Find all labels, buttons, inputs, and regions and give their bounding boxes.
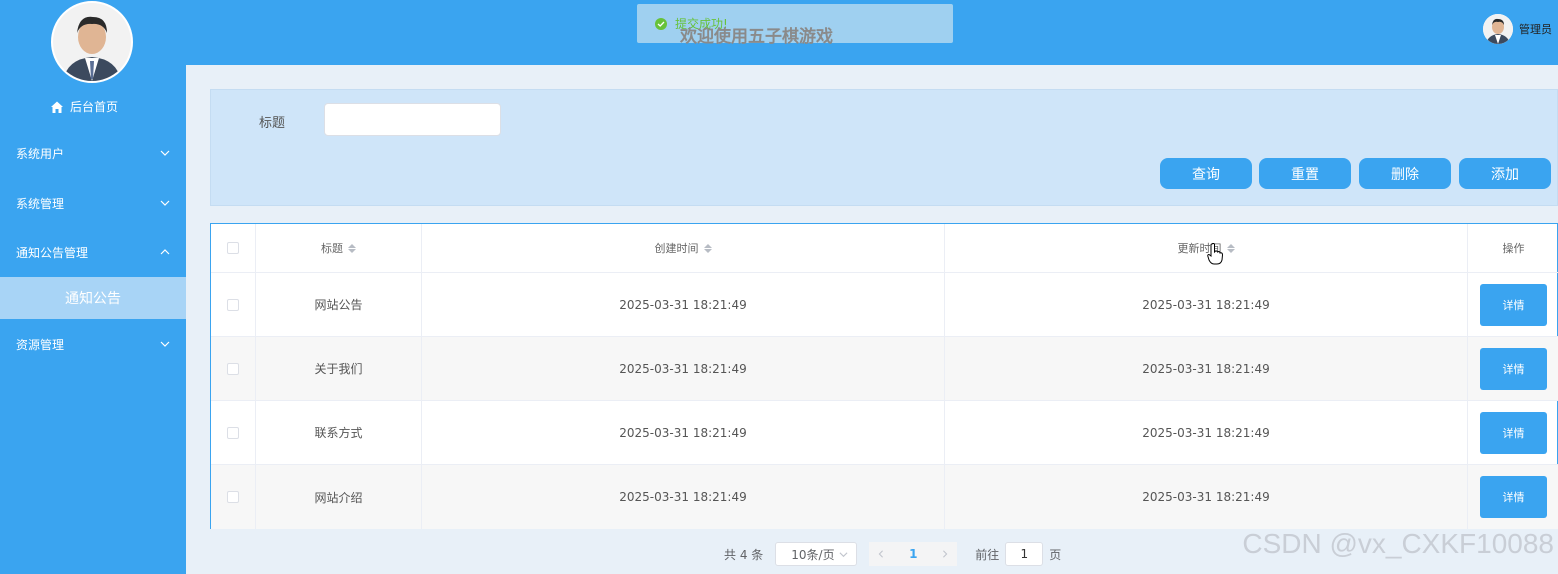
sidebar: 后台首页 系统用户 系统管理 通知公告管理 通知公告 资源管理 [0,0,186,574]
column-created[interactable]: 创建时间 [422,224,945,272]
reset-button[interactable]: 重置 [1259,158,1351,189]
watermark: CSDN @vx_CXKF10088 [1242,528,1554,559]
detail-button[interactable]: 详情 [1480,476,1547,518]
cell-title: 联系方式 [256,401,422,464]
column-ops-label: 操作 [1502,242,1525,255]
delete-button[interactable]: 删除 [1359,158,1451,189]
chevron-left-icon [878,550,884,558]
column-created-label: 创建时间 [654,242,699,255]
column-title[interactable]: 标题 [256,224,422,272]
menu-label: 系统管理 [16,196,65,211]
home-icon [51,101,63,113]
total-count: 共 4 条 [724,547,764,562]
cell-title: 关于我们 [256,337,422,400]
home-link[interactable]: 后台首页 [50,98,118,115]
search-title-input[interactable] [324,103,501,136]
column-ops: 操作 [1468,224,1558,272]
table-row: 网站公告 2025-03-31 18:21:49 2025-03-31 18:2… [211,273,1558,337]
chevron-down-icon [839,551,848,557]
menu-label: 通知公告管理 [16,245,89,260]
page-size-select[interactable]: 10条/页 [775,542,858,566]
search-panel: 标题 查询 重置 删除 添加 [210,89,1558,206]
user-name: 管理员 [1519,23,1552,36]
row-checkbox[interactable] [227,491,239,503]
submenu-notice[interactable]: 通知公告 [0,277,186,319]
sort-icon[interactable] [703,243,712,253]
goto-prefix: 前往 [975,547,1000,562]
add-button[interactable]: 添加 [1459,158,1551,189]
hand-cursor-icon [1207,243,1223,265]
detail-button[interactable]: 详情 [1480,283,1547,326]
menu-label: 系统用户 [16,146,65,161]
cell-updated: 2025-03-31 18:21:49 [945,337,1468,400]
cell-title: 网站公告 [256,273,422,336]
chevron-down-icon [160,200,170,206]
cell-title: 网站介绍 [256,465,422,529]
column-title-label: 标题 [321,242,343,255]
table-row: 网站介绍 2025-03-31 18:21:49 2025-03-31 18:2… [211,465,1558,529]
user-avatar [1483,14,1513,44]
chevron-right-icon [943,550,948,558]
next-page-button[interactable] [933,542,958,566]
menu-system-management[interactable]: 系统管理 [0,183,186,223]
table-header: 标题 创建时间 更新时间 操作 [211,224,1558,273]
table-row: 联系方式 2025-03-31 18:21:49 2025-03-31 18:2… [211,401,1558,465]
page-jump: 前往 1 页 [975,542,1061,566]
menu-resource-management[interactable]: 资源管理 [0,324,186,364]
menu-label: 资源管理 [16,337,65,352]
cell-updated: 2025-03-31 18:21:49 [945,273,1468,336]
chevron-up-icon [160,249,170,255]
submenu-label: 通知公告 [65,291,121,307]
page-size-value: 10条/页 [791,547,835,562]
cell-updated: 2025-03-31 18:21:49 [945,465,1468,529]
select-all-checkbox[interactable] [227,242,239,254]
row-checkbox[interactable] [227,362,239,375]
chevron-down-icon [160,341,170,347]
notice-table: 标题 创建时间 更新时间 操作 网站公告 2025-03-31 18:21:49… [210,223,1558,529]
cell-created: 2025-03-31 18:21:49 [422,273,945,336]
detail-button[interactable]: 详情 [1480,347,1547,390]
row-checkbox[interactable] [227,298,239,311]
pagination: 共 4 条 10条/页 1 前往 1 页 [724,542,1061,566]
sort-icon[interactable] [348,243,356,253]
row-checkbox[interactable] [227,426,239,439]
cell-updated: 2025-03-31 18:21:49 [945,401,1468,464]
user-menu[interactable]: 管理员 [1483,14,1552,44]
cell-created: 2025-03-31 18:21:49 [422,465,945,529]
table-row: 关于我们 2025-03-31 18:21:49 2025-03-31 18:2… [211,337,1558,401]
search-title-label: 标题 [259,116,286,131]
check-circle-icon [655,17,667,30]
prev-page-button[interactable] [869,542,894,566]
query-button[interactable]: 查询 [1160,158,1252,189]
avatar[interactable] [51,1,133,83]
home-label: 后台首页 [70,100,119,114]
page-number[interactable]: 1 [893,542,934,566]
goto-suffix: 页 [1049,547,1062,562]
goto-page-input[interactable]: 1 [1005,542,1044,566]
cell-created: 2025-03-31 18:21:49 [422,401,945,464]
detail-button[interactable]: 详情 [1480,411,1547,454]
sort-icon[interactable] [1226,243,1235,253]
menu-system-users[interactable]: 系统用户 [0,133,186,173]
chevron-down-icon [160,150,170,156]
menu-notice-management[interactable]: 通知公告管理 [0,232,186,272]
welcome-title: 欢迎使用五子棋游戏 [680,27,833,47]
cell-created: 2025-03-31 18:21:49 [422,337,945,400]
